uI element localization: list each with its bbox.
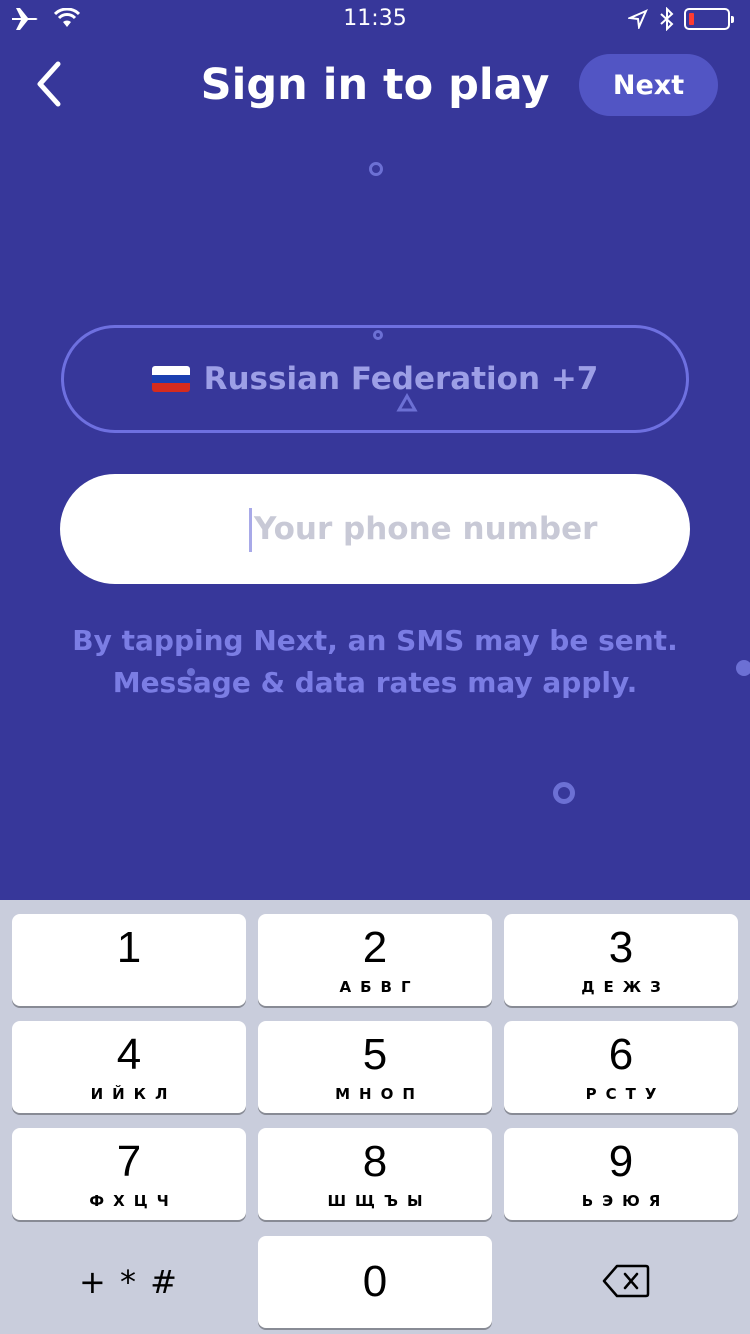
phone-placeholder: Your phone number [254,511,598,547]
key-5[interactable]: 5 МНОП [258,1021,492,1113]
russian-flag-icon [151,366,190,392]
country-selector[interactable]: Russian Federation +7 [61,325,689,433]
text-cursor [249,508,252,552]
key-symbols[interactable]: + * # [12,1236,246,1328]
key-1[interactable]: 1 [12,914,246,1006]
battery-icon [684,8,734,30]
phone-number-input[interactable]: Your phone number [60,474,690,584]
key-8[interactable]: 8 ШЩЪЫ [258,1128,492,1220]
bluetooth-icon [659,6,675,35]
key-2[interactable]: 2 АБВГ [258,914,492,1006]
key-6[interactable]: 6 РСТУ [504,1021,738,1113]
country-label: Russian Federation +7 [203,361,599,397]
next-button[interactable]: Next [579,54,718,116]
key-4[interactable]: 4 ИЙКЛ [12,1021,246,1113]
status-bar: 11:35 [0,0,750,40]
key-0[interactable]: 0 [258,1236,492,1328]
sms-notice: By tapping Next, an SMS may be sent. Mes… [0,620,750,704]
location-arrow-icon [626,9,648,33]
decor-dot [369,162,383,176]
sms-notice-line1: By tapping Next, an SMS may be sent. [72,624,678,657]
sms-notice-line2: Message & data rates may apply. [112,666,638,699]
backspace-icon [602,1264,650,1298]
key-9[interactable]: 9 ЬЭЮЯ [504,1128,738,1220]
key-3[interactable]: 3 ДЕЖЗ [504,914,738,1006]
key-7[interactable]: 7 ФХЦЧ [12,1128,246,1220]
backspace-key[interactable] [602,1263,650,1303]
decor-dot [553,782,575,804]
